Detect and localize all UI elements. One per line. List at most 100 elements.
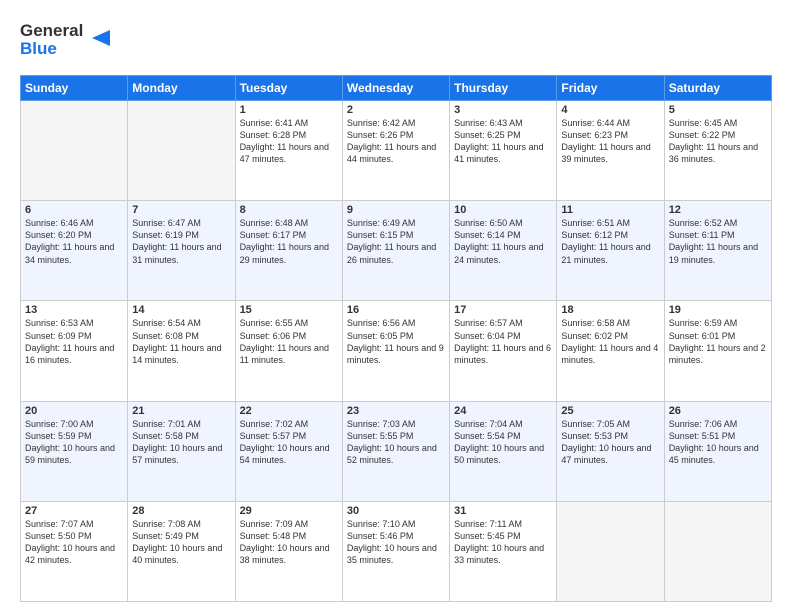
sunset-text: Sunset: 6:25 PM bbox=[454, 129, 552, 141]
logo: General Blue bbox=[20, 16, 110, 65]
sunrise-text: Sunrise: 7:01 AM bbox=[132, 418, 230, 430]
daylight-text: Daylight: 10 hours and 40 minutes. bbox=[132, 542, 230, 566]
day-number: 4 bbox=[561, 104, 659, 116]
calendar-cell bbox=[128, 101, 235, 201]
sunrise-text: Sunrise: 7:02 AM bbox=[240, 418, 338, 430]
day-number: 9 bbox=[347, 204, 445, 216]
sunrise-text: Sunrise: 7:06 AM bbox=[669, 418, 767, 430]
sunset-text: Sunset: 6:09 PM bbox=[25, 330, 123, 342]
calendar-cell: 20Sunrise: 7:00 AMSunset: 5:59 PMDayligh… bbox=[21, 401, 128, 501]
sunrise-text: Sunrise: 6:53 AM bbox=[25, 317, 123, 329]
calendar-cell: 25Sunrise: 7:05 AMSunset: 5:53 PMDayligh… bbox=[557, 401, 664, 501]
sunrise-text: Sunrise: 7:11 AM bbox=[454, 518, 552, 530]
weekday-header: Saturday bbox=[664, 76, 771, 101]
sunset-text: Sunset: 6:15 PM bbox=[347, 229, 445, 241]
sunrise-text: Sunrise: 6:48 AM bbox=[240, 217, 338, 229]
daylight-text: Daylight: 11 hours and 44 minutes. bbox=[347, 141, 445, 165]
sunrise-text: Sunrise: 7:04 AM bbox=[454, 418, 552, 430]
day-number: 30 bbox=[347, 505, 445, 517]
sunset-text: Sunset: 5:53 PM bbox=[561, 430, 659, 442]
daylight-text: Daylight: 10 hours and 45 minutes. bbox=[669, 442, 767, 466]
calendar-cell: 6Sunrise: 6:46 AMSunset: 6:20 PMDaylight… bbox=[21, 201, 128, 301]
daylight-text: Daylight: 11 hours and 24 minutes. bbox=[454, 241, 552, 265]
day-number: 28 bbox=[132, 505, 230, 517]
sunset-text: Sunset: 6:01 PM bbox=[669, 330, 767, 342]
sunrise-text: Sunrise: 6:59 AM bbox=[669, 317, 767, 329]
sunset-text: Sunset: 5:55 PM bbox=[347, 430, 445, 442]
daylight-text: Daylight: 11 hours and 39 minutes. bbox=[561, 141, 659, 165]
day-number: 16 bbox=[347, 304, 445, 316]
calendar-cell: 31Sunrise: 7:11 AMSunset: 5:45 PMDayligh… bbox=[450, 501, 557, 601]
calendar-cell: 21Sunrise: 7:01 AMSunset: 5:58 PMDayligh… bbox=[128, 401, 235, 501]
header: General Blue bbox=[20, 16, 772, 65]
sunset-text: Sunset: 6:28 PM bbox=[240, 129, 338, 141]
daylight-text: Daylight: 11 hours and 9 minutes. bbox=[347, 342, 445, 366]
sunrise-text: Sunrise: 6:56 AM bbox=[347, 317, 445, 329]
calendar-cell: 18Sunrise: 6:58 AMSunset: 6:02 PMDayligh… bbox=[557, 301, 664, 401]
daylight-text: Daylight: 10 hours and 38 minutes. bbox=[240, 542, 338, 566]
daylight-text: Daylight: 10 hours and 52 minutes. bbox=[347, 442, 445, 466]
calendar-header-row: SundayMondayTuesdayWednesdayThursdayFrid… bbox=[21, 76, 772, 101]
calendar-cell: 19Sunrise: 6:59 AMSunset: 6:01 PMDayligh… bbox=[664, 301, 771, 401]
day-number: 25 bbox=[561, 405, 659, 417]
day-number: 11 bbox=[561, 204, 659, 216]
calendar-week-row: 13Sunrise: 6:53 AMSunset: 6:09 PMDayligh… bbox=[21, 301, 772, 401]
calendar-week-row: 1Sunrise: 6:41 AMSunset: 6:28 PMDaylight… bbox=[21, 101, 772, 201]
calendar-cell: 3Sunrise: 6:43 AMSunset: 6:25 PMDaylight… bbox=[450, 101, 557, 201]
daylight-text: Daylight: 11 hours and 16 minutes. bbox=[25, 342, 123, 366]
logo-svg: General Blue bbox=[20, 16, 110, 60]
calendar-table: SundayMondayTuesdayWednesdayThursdayFrid… bbox=[20, 75, 772, 602]
sunrise-text: Sunrise: 6:44 AM bbox=[561, 117, 659, 129]
calendar-cell: 1Sunrise: 6:41 AMSunset: 6:28 PMDaylight… bbox=[235, 101, 342, 201]
calendar-cell: 10Sunrise: 6:50 AMSunset: 6:14 PMDayligh… bbox=[450, 201, 557, 301]
calendar-cell: 14Sunrise: 6:54 AMSunset: 6:08 PMDayligh… bbox=[128, 301, 235, 401]
weekday-header: Sunday bbox=[21, 76, 128, 101]
calendar-cell: 5Sunrise: 6:45 AMSunset: 6:22 PMDaylight… bbox=[664, 101, 771, 201]
day-number: 22 bbox=[240, 405, 338, 417]
daylight-text: Daylight: 10 hours and 59 minutes. bbox=[25, 442, 123, 466]
calendar-cell: 30Sunrise: 7:10 AMSunset: 5:46 PMDayligh… bbox=[342, 501, 449, 601]
daylight-text: Daylight: 11 hours and 11 minutes. bbox=[240, 342, 338, 366]
day-number: 21 bbox=[132, 405, 230, 417]
calendar-cell: 28Sunrise: 7:08 AMSunset: 5:49 PMDayligh… bbox=[128, 501, 235, 601]
sunset-text: Sunset: 6:22 PM bbox=[669, 129, 767, 141]
daylight-text: Daylight: 11 hours and 29 minutes. bbox=[240, 241, 338, 265]
weekday-header: Tuesday bbox=[235, 76, 342, 101]
sunrise-text: Sunrise: 6:46 AM bbox=[25, 217, 123, 229]
day-number: 24 bbox=[454, 405, 552, 417]
calendar-cell: 12Sunrise: 6:52 AMSunset: 6:11 PMDayligh… bbox=[664, 201, 771, 301]
day-number: 8 bbox=[240, 204, 338, 216]
day-number: 3 bbox=[454, 104, 552, 116]
day-number: 7 bbox=[132, 204, 230, 216]
daylight-text: Daylight: 10 hours and 50 minutes. bbox=[454, 442, 552, 466]
day-number: 15 bbox=[240, 304, 338, 316]
weekday-header: Wednesday bbox=[342, 76, 449, 101]
calendar-week-row: 27Sunrise: 7:07 AMSunset: 5:50 PMDayligh… bbox=[21, 501, 772, 601]
calendar-week-row: 20Sunrise: 7:00 AMSunset: 5:59 PMDayligh… bbox=[21, 401, 772, 501]
daylight-text: Daylight: 11 hours and 19 minutes. bbox=[669, 241, 767, 265]
day-number: 12 bbox=[669, 204, 767, 216]
calendar-cell: 29Sunrise: 7:09 AMSunset: 5:48 PMDayligh… bbox=[235, 501, 342, 601]
daylight-text: Daylight: 11 hours and 4 minutes. bbox=[561, 342, 659, 366]
sunset-text: Sunset: 6:19 PM bbox=[132, 229, 230, 241]
calendar-cell bbox=[21, 101, 128, 201]
daylight-text: Daylight: 11 hours and 26 minutes. bbox=[347, 241, 445, 265]
sunrise-text: Sunrise: 6:50 AM bbox=[454, 217, 552, 229]
calendar-cell: 26Sunrise: 7:06 AMSunset: 5:51 PMDayligh… bbox=[664, 401, 771, 501]
sunrise-text: Sunrise: 7:08 AM bbox=[132, 518, 230, 530]
sunset-text: Sunset: 6:17 PM bbox=[240, 229, 338, 241]
day-number: 31 bbox=[454, 505, 552, 517]
daylight-text: Daylight: 10 hours and 54 minutes. bbox=[240, 442, 338, 466]
day-number: 14 bbox=[132, 304, 230, 316]
sunrise-text: Sunrise: 6:49 AM bbox=[347, 217, 445, 229]
day-number: 18 bbox=[561, 304, 659, 316]
sunset-text: Sunset: 5:50 PM bbox=[25, 530, 123, 542]
sunset-text: Sunset: 6:20 PM bbox=[25, 229, 123, 241]
daylight-text: Daylight: 11 hours and 41 minutes. bbox=[454, 141, 552, 165]
daylight-text: Daylight: 10 hours and 47 minutes. bbox=[561, 442, 659, 466]
calendar-cell: 24Sunrise: 7:04 AMSunset: 5:54 PMDayligh… bbox=[450, 401, 557, 501]
daylight-text: Daylight: 10 hours and 57 minutes. bbox=[132, 442, 230, 466]
day-number: 6 bbox=[25, 204, 123, 216]
calendar-cell bbox=[664, 501, 771, 601]
calendar-cell: 22Sunrise: 7:02 AMSunset: 5:57 PMDayligh… bbox=[235, 401, 342, 501]
